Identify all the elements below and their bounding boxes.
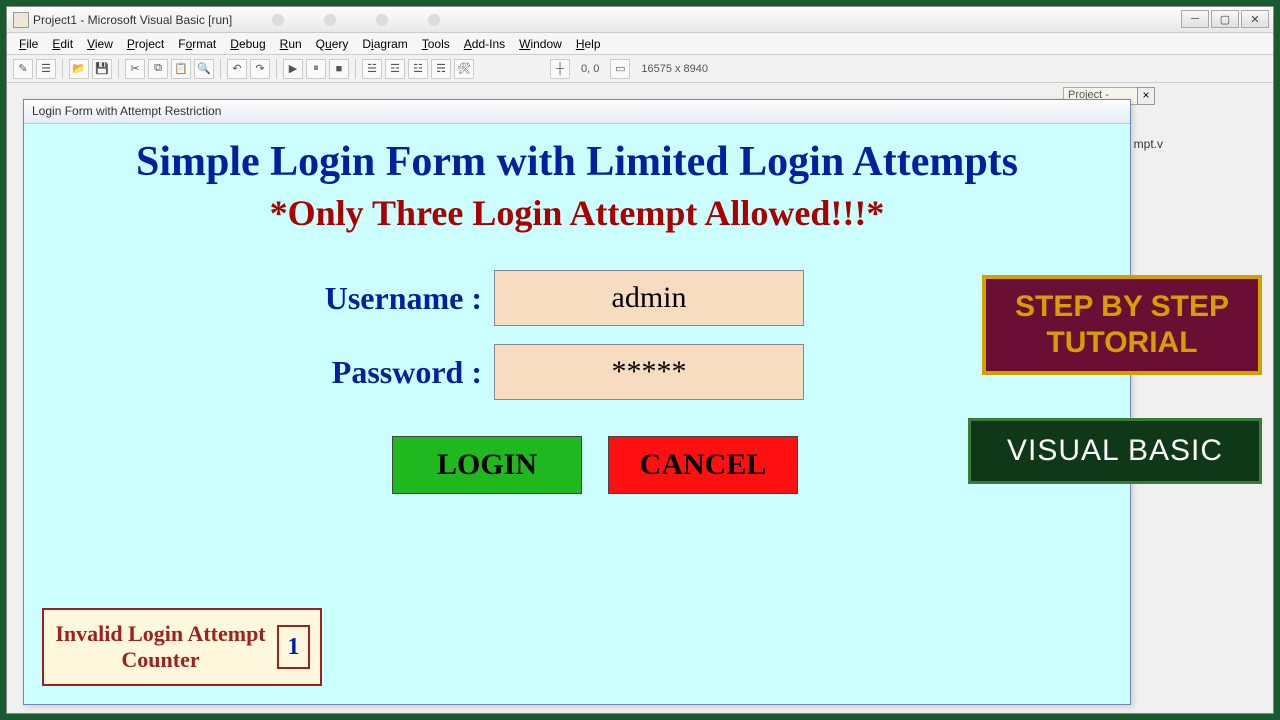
menu-edit[interactable]: Edit [46,35,79,53]
menu-file[interactable]: File [13,35,44,53]
maximize-button[interactable]: ▢ [1211,10,1239,28]
login-button[interactable]: LOGIN [392,436,582,494]
tb-size-icon: ▭ [610,59,630,79]
project-item: mpt.v [1134,137,1163,151]
tb-save-icon[interactable]: 💾 [92,59,112,79]
toolbar-size: 16575 x 8940 [641,63,708,75]
menu-debug[interactable]: Debug [224,35,271,53]
tb-pause-icon[interactable]: ⏸ [306,59,326,79]
project-panel-close-icon[interactable]: × [1137,87,1155,105]
username-input[interactable] [494,270,804,326]
form-subheading: *Only Three Login Attempt Allowed!!!* [24,192,1130,234]
minimize-button[interactable]: ─ [1181,10,1209,28]
tb-run-icon[interactable]: ▶ [283,59,303,79]
password-input[interactable] [494,344,804,400]
menu-tools[interactable]: Tools [416,35,456,53]
tb-props-icon[interactable]: ☲ [385,59,405,79]
tb-addform-icon[interactable]: ✎ [13,59,33,79]
tb-find-icon[interactable]: 🔍 [194,59,214,79]
window-title: Project1 - Microsoft Visual Basic [run] [33,13,232,27]
close-button[interactable]: ✕ [1241,10,1269,28]
attempt-counter-box: Invalid Login Attempt Counter 1 [42,608,322,686]
tb-objbrowser-icon[interactable]: ☴ [431,59,451,79]
overlay-visual-basic: VISUAL BASIC [968,418,1262,484]
menubar: File Edit View Project Format Debug Run … [7,33,1273,55]
menu-window[interactable]: Window [513,35,568,53]
counter-label: Invalid Login Attempt Counter [54,621,267,674]
tb-projexp-icon[interactable]: ☱ [362,59,382,79]
tb-undo-icon[interactable]: ↶ [227,59,247,79]
tb-copy-icon[interactable]: ⧉ [148,59,168,79]
ide-titlebar: Project1 - Microsoft Visual Basic [run] … [7,7,1273,33]
menu-view[interactable]: View [81,35,119,53]
form-body: Simple Login Form with Limited Login Att… [24,124,1130,704]
login-form-window: Login Form with Attempt Restriction Simp… [23,99,1131,705]
tb-paste-icon[interactable]: 📋 [171,59,191,79]
menu-format[interactable]: Format [172,35,222,53]
menu-run[interactable]: Run [274,35,308,53]
tb-addmodule-icon[interactable]: ☰ [36,59,56,79]
tb-pos-icon: ┼ [550,59,570,79]
cancel-button[interactable]: CANCEL [608,436,798,494]
toolbar: ✎ ☰ 📂 💾 ✂ ⧉ 📋 🔍 ↶ ↷ ▶ ⏸ ■ ☱ ☲ ☳ ☴ 🛠 ┼ 0,… [7,55,1273,83]
vb-app-icon [13,12,29,28]
form-heading: Simple Login Form with Limited Login Att… [24,124,1130,186]
tb-open-icon[interactable]: 📂 [69,59,89,79]
menu-diagram[interactable]: Diagram [356,35,413,53]
username-label: Username : [24,280,494,317]
overlay-step-text: STEP BY STEP TUTORIAL [986,289,1258,361]
counter-value: 1 [277,625,310,669]
password-label: Password : [24,354,494,391]
menu-addins[interactable]: Add-Ins [458,35,511,53]
tb-layout-icon[interactable]: ☳ [408,59,428,79]
toolbar-coords: 0, 0 [581,63,599,75]
tb-redo-icon[interactable]: ↷ [250,59,270,79]
menu-help[interactable]: Help [570,35,607,53]
background-tabs [232,14,480,26]
tb-cut-icon[interactable]: ✂ [125,59,145,79]
menu-project[interactable]: Project [121,35,170,53]
menu-query[interactable]: Query [310,35,355,53]
overlay-vb-text: VISUAL BASIC [1007,434,1223,468]
tb-toolbox-icon[interactable]: 🛠 [454,59,474,79]
tb-stop-icon[interactable]: ■ [329,59,349,79]
form-titlebar[interactable]: Login Form with Attempt Restriction [24,100,1130,124]
overlay-step-tutorial: STEP BY STEP TUTORIAL [982,275,1262,375]
